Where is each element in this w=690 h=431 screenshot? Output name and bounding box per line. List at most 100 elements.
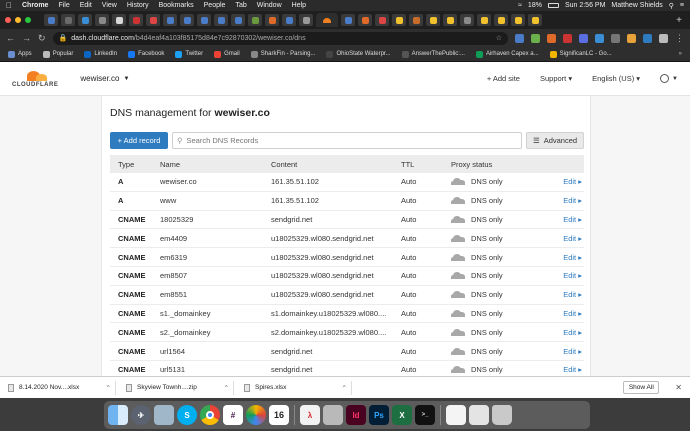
menu-bookmarks[interactable]: Bookmarks: [159, 2, 194, 9]
new-tab-button[interactable]: +: [676, 15, 682, 26]
forward-arrow-icon[interactable]: →: [22, 33, 31, 43]
bookmark-ohiostate[interactable]: OhioState Waterpr...: [326, 50, 391, 58]
slack-icon[interactable]: #: [223, 405, 243, 425]
edit-record-link[interactable]: Edit ▸: [547, 177, 584, 186]
tab[interactable]: [95, 14, 109, 26]
search-box[interactable]: ⚲: [172, 132, 522, 149]
calculator-icon[interactable]: [323, 405, 343, 425]
finder-icon[interactable]: [108, 405, 128, 425]
notes-icon[interactable]: [469, 405, 489, 425]
extension-icon[interactable]: [531, 33, 540, 43]
menu-people[interactable]: People: [204, 2, 226, 9]
tab[interactable]: [61, 14, 75, 26]
battery-percent[interactable]: 18%: [528, 2, 542, 9]
excel-icon[interactable]: X: [392, 405, 412, 425]
table-row[interactable]: CNAME url5131 sendgrid.net Auto DNS only Edit…: [110, 361, 584, 376]
indesign-icon[interactable]: Id: [346, 405, 366, 425]
app-menu[interactable]: Chrome: [22, 2, 48, 9]
preview-icon[interactable]: [154, 405, 174, 425]
extension-icon[interactable]: [595, 33, 604, 43]
edit-record-link[interactable]: Edit ▸: [547, 271, 584, 280]
tab-active-cloudflare[interactable]: [316, 13, 338, 27]
terminal-icon[interactable]: >_: [415, 405, 435, 425]
column-content[interactable]: Content: [271, 160, 401, 169]
tab[interactable]: [299, 14, 313, 26]
search-icon[interactable]: ⚲: [669, 2, 674, 10]
tab[interactable]: [358, 14, 372, 26]
minimize-window-button[interactable]: [15, 17, 21, 23]
battery-icon[interactable]: [547, 3, 559, 8]
menu-view[interactable]: View: [102, 2, 117, 9]
bookmark-twitter[interactable]: Twitter: [175, 50, 203, 58]
table-row[interactable]: CNAME s1._domainkey s1.domainkey.u18025329…: [110, 305, 584, 324]
column-ttl[interactable]: TTL: [401, 160, 451, 169]
bookmark-significanlc[interactable]: SignificanLC - Go...: [549, 50, 612, 58]
table-row[interactable]: CNAME em4409 u18025329.wl080.sendgrid.net A…: [110, 229, 584, 249]
table-row[interactable]: CNAME url1564 sendgrid.net Auto DNS only Edit…: [110, 342, 584, 361]
chevron-up-icon[interactable]: ⌃: [106, 384, 111, 392]
menu-window[interactable]: Window: [257, 2, 282, 9]
tab[interactable]: [146, 14, 160, 26]
column-name[interactable]: Name: [160, 160, 271, 169]
document-icon[interactable]: [446, 405, 466, 425]
bookmark-sharkfin[interactable]: SharkFin - Parsing...: [250, 50, 315, 58]
tab[interactable]: [341, 14, 355, 26]
photos-icon[interactable]: [246, 405, 266, 425]
tab[interactable]: [44, 14, 58, 26]
table-row[interactable]: CNAME em8551 u18025329.wl080.sendgrid.net A…: [110, 286, 584, 305]
tab[interactable]: [282, 14, 296, 26]
download-item[interactable]: 8.14.2020 Nov....xlsx ⌃: [8, 380, 116, 395]
bookmark-star-icon[interactable]: ☆: [496, 34, 502, 42]
user-name[interactable]: Matthew Shields: [611, 2, 662, 9]
tab[interactable]: [460, 14, 474, 26]
bookmark-facebook[interactable]: Facebook: [128, 50, 164, 58]
table-row[interactable]: CNAME s2._domainkey s2.domainkey.u18025329…: [110, 323, 584, 343]
tab[interactable]: [477, 14, 491, 26]
download-item[interactable]: Skyview Townh....zip ⌃: [126, 380, 234, 395]
tab[interactable]: [78, 14, 92, 26]
menu-help[interactable]: Help: [292, 2, 306, 9]
tab[interactable]: [426, 14, 440, 26]
tab[interactable]: [375, 14, 389, 26]
edit-record-link[interactable]: Edit ▸: [547, 365, 584, 374]
user-menu[interactable]: ▼: [660, 74, 678, 83]
tab[interactable]: [180, 14, 194, 26]
skype-icon[interactable]: S: [177, 405, 197, 425]
table-row[interactable]: CNAME 18025329 sendgrid.net Auto DNS only Edi…: [110, 211, 584, 230]
bookmark-answerthepublic[interactable]: AnswerThePublic:...: [401, 50, 465, 58]
cloudflare-logo[interactable]: CLOUDFLARE: [12, 70, 58, 88]
tab[interactable]: [265, 14, 279, 26]
tab[interactable]: [511, 14, 525, 26]
extension-icon[interactable]: [627, 33, 636, 43]
extension-icon[interactable]: [579, 33, 588, 43]
menu-file[interactable]: File: [58, 2, 69, 9]
bookmark-airhaven[interactable]: Airhaven Capex a...: [475, 50, 539, 58]
table-row[interactable]: Awww 161.35.51.102 Auto DNS only Edit ▸: [110, 192, 584, 211]
advanced-button[interactable]: ☰ Advanced: [526, 132, 584, 149]
extension-icon[interactable]: [515, 33, 524, 43]
download-item[interactable]: Spires.xlsx ⌃: [244, 380, 352, 395]
tab[interactable]: [494, 14, 508, 26]
reload-icon[interactable]: ↻: [38, 33, 46, 44]
tab[interactable]: [248, 14, 262, 26]
table-row[interactable]: Awewiser.co 161.35.51.102 Auto DNS only Edit…: [110, 173, 584, 192]
photoshop-icon[interactable]: Ps: [369, 405, 389, 425]
bookmark-apps[interactable]: Apps: [8, 50, 32, 58]
edit-record-link[interactable]: Edit ▸: [547, 196, 584, 205]
clock[interactable]: Sun 2:56 PM: [565, 2, 605, 9]
edit-record-link[interactable]: Edit ▸: [547, 234, 584, 243]
chevron-up-icon[interactable]: ⌃: [224, 384, 229, 392]
bookmark-popular[interactable]: Popular: [42, 50, 73, 58]
tab[interactable]: [112, 14, 126, 26]
launchpad-icon[interactable]: ✈: [131, 405, 151, 425]
edit-record-link[interactable]: Edit ▸: [547, 290, 584, 299]
menu-edit[interactable]: Edit: [80, 2, 92, 9]
account-selector[interactable]: wewiser.co ▼: [80, 74, 129, 83]
url-field[interactable]: 🔒 dash.cloudflare.com /b4d4eaf4a103f8517…: [52, 31, 508, 45]
tab[interactable]: [163, 14, 177, 26]
menu-list-icon[interactable]: ≡: [680, 2, 684, 9]
menu-tab[interactable]: Tab: [235, 2, 246, 9]
tab[interactable]: [197, 14, 211, 26]
table-row[interactable]: CNAME em8507 u18025329.wl080.sendgrid.net A…: [110, 267, 584, 286]
back-arrow-icon[interactable]: ←: [6, 33, 15, 43]
